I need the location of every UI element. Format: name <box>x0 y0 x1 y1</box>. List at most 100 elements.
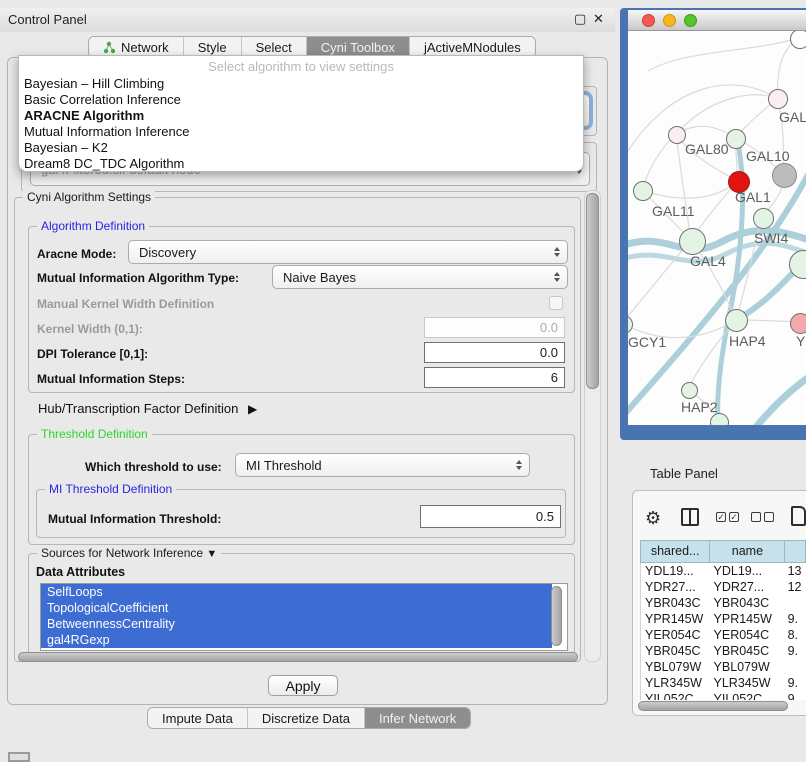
network-node[interactable] <box>668 126 686 144</box>
node-label: Y <box>796 333 805 349</box>
network-window-titlebar[interactable] <box>628 10 806 31</box>
mi-steps-field[interactable]: 6 <box>424 367 565 388</box>
kernel-width-field[interactable]: 0.0 <box>424 317 565 338</box>
bottom-tabbar: Impute Data Discretize Data Infer Networ… <box>147 707 471 729</box>
network-node[interactable] <box>790 313 806 334</box>
network-node[interactable] <box>772 163 797 188</box>
settings-hscrollbar-thumb[interactable] <box>18 652 578 662</box>
node-label: GAL11 <box>652 203 695 219</box>
cyni-algorithm-settings-title: Cyni Algorithm Settings <box>23 190 155 204</box>
table-row[interactable]: YPR145WYPR145W9. <box>641 611 806 627</box>
aracne-mode-combo[interactable]: Discovery <box>128 240 568 264</box>
cell: 9. <box>784 643 806 659</box>
select-all-columns-icon[interactable]: ✓✓ <box>716 512 739 522</box>
network-node[interactable] <box>633 181 653 201</box>
manual-kernel-checkbox[interactable] <box>549 296 563 310</box>
table-row[interactable]: YBR045CYBR045C9. <box>641 643 806 659</box>
list-item[interactable]: SelfLoops <box>41 584 552 600</box>
network-node[interactable] <box>725 309 748 332</box>
dropdown-item[interactable]: Bayesian – Hill Climbing <box>19 76 583 92</box>
tab-jactivemnodules-label: jActiveMNodules <box>424 40 521 55</box>
tab-jactivemnodules[interactable]: jActiveMNodules <box>410 37 535 57</box>
table-row[interactable]: YBL079WYBL079W <box>641 659 806 675</box>
dpi-tolerance-field[interactable]: 0.0 <box>424 342 565 363</box>
cell: 9. <box>784 611 806 627</box>
algorithm-dropdown-popup: Select algorithm to view settings Bayesi… <box>18 55 584 172</box>
mi-type-combo[interactable]: Naive Bayes <box>272 265 568 289</box>
kernel-width-label: Kernel Width (0,1): <box>37 322 143 336</box>
dropdown-placeholder: Select algorithm to view settings <box>19 58 583 76</box>
column-header[interactable]: name <box>710 541 785 562</box>
table-row[interactable]: YDR27...YDR27...12 <box>641 579 806 595</box>
dropdown-item[interactable]: Dream8 DC_TDC Algorithm <box>19 156 583 172</box>
close-traffic-light-icon[interactable] <box>642 14 655 27</box>
network-node[interactable] <box>726 129 746 149</box>
tab-discretize-data[interactable]: Discretize Data <box>248 708 365 728</box>
node-label: GAL80 <box>685 141 729 157</box>
network-node[interactable] <box>768 89 788 109</box>
minimized-panel-icon[interactable] <box>8 752 30 762</box>
minimize-traffic-light-icon[interactable] <box>663 14 676 27</box>
table-row[interactable]: YIL052CYIL052C9 <box>641 691 806 700</box>
dropdown-item[interactable]: Mutual Information Inference <box>19 124 583 140</box>
cell: YBR045C <box>641 643 710 659</box>
mi-threshold-field[interactable]: 0.5 <box>420 505 561 528</box>
cell: YLR345W <box>641 675 710 691</box>
settings-scrollbar-thumb[interactable] <box>586 193 599 389</box>
list-item[interactable]: BetweennessCentrality <box>41 616 552 632</box>
control-panel-title: Control Panel <box>8 12 87 27</box>
unselect-all-columns-icon[interactable] <box>751 512 774 522</box>
aracne-mode-label: Aracne Mode: <box>37 247 116 261</box>
close-window-icon[interactable]: ✕ <box>593 11 604 27</box>
table-row[interactable]: YLR345WYLR345W9. <box>641 675 806 691</box>
float-window-icon[interactable]: ▢ <box>574 11 586 27</box>
mi-threshold-label: Mutual Information Threshold: <box>48 512 221 526</box>
tab-network[interactable]: Network <box>89 37 184 57</box>
new-table-icon[interactable] <box>791 506 806 526</box>
list-item[interactable]: gal4RGexp <box>41 632 552 648</box>
network-node[interactable] <box>679 228 706 255</box>
tab-style[interactable]: Style <box>184 37 242 57</box>
network-node[interactable] <box>681 382 698 399</box>
sources-title-wrap[interactable]: Sources for Network Inference ▼ <box>37 546 221 560</box>
manual-kernel-label: Manual Kernel Width Definition <box>37 297 214 311</box>
apply-button[interactable]: Apply <box>268 675 338 696</box>
zoom-traffic-light-icon[interactable] <box>684 14 697 27</box>
dropdown-item[interactable]: Bayesian – K2 <box>19 140 583 156</box>
network-canvas[interactable]: GAL GAL80 GAL10 GAL1 GAL11 SWI4 GAL4 HAP… <box>628 31 806 425</box>
node-label: SWI4 <box>754 230 788 246</box>
tab-impute-data[interactable]: Impute Data <box>148 708 248 728</box>
tab-select[interactable]: Select <box>242 37 307 57</box>
dropdown-item-highlighted[interactable]: ARACNE Algorithm <box>19 108 583 124</box>
network-node[interactable] <box>790 31 806 49</box>
table-header-row: shared... name <box>640 540 806 563</box>
table-row[interactable]: YER054CYER054C8. <box>641 627 806 643</box>
tab-cyni-toolbox[interactable]: Cyni Toolbox <box>307 37 410 57</box>
node-table: shared... name YDL19...YDL19...13 YDR27.… <box>640 540 806 700</box>
table-row[interactable]: YDL19...YDL19...13 <box>641 563 806 579</box>
data-attributes-list[interactable]: SelfLoops TopologicalCoefficient Between… <box>40 583 568 651</box>
sources-title: Sources for Network Inference <box>41 546 203 560</box>
combo-arrows-icon <box>516 460 522 470</box>
network-node[interactable] <box>753 208 774 229</box>
dropdown-item[interactable]: Basic Correlation Inference <box>19 92 583 108</box>
cell <box>784 595 806 611</box>
aracne-mode-value: Discovery <box>139 245 196 260</box>
column-header[interactable] <box>785 541 805 562</box>
hub-definition-toggle[interactable]: Hub/Transcription Factor Definition ▶ <box>38 401 257 416</box>
mi-threshold-title: MI Threshold Definition <box>45 482 176 496</box>
list-item[interactable]: TopologicalCoefficient <box>41 600 552 616</box>
cell: YPR145W <box>641 611 710 627</box>
gear-icon[interactable]: ⚙ <box>645 508 661 529</box>
table-hscrollbar-thumb[interactable] <box>638 701 788 711</box>
dpi-tolerance-label: DPI Tolerance [0,1]: <box>37 347 148 361</box>
show-columns-icon[interactable] <box>681 508 699 526</box>
table-row[interactable]: YBR043CYBR043C <box>641 595 806 611</box>
tab-network-label: Network <box>121 40 169 55</box>
tab-infer-network[interactable]: Infer Network <box>365 708 470 728</box>
column-header[interactable]: shared... <box>641 541 710 562</box>
list-scrollbar-thumb[interactable] <box>551 586 562 646</box>
which-threshold-combo[interactable]: MI Threshold <box>235 453 530 477</box>
combo-arrows-icon <box>554 247 560 257</box>
which-threshold-label: Which threshold to use: <box>85 460 222 474</box>
